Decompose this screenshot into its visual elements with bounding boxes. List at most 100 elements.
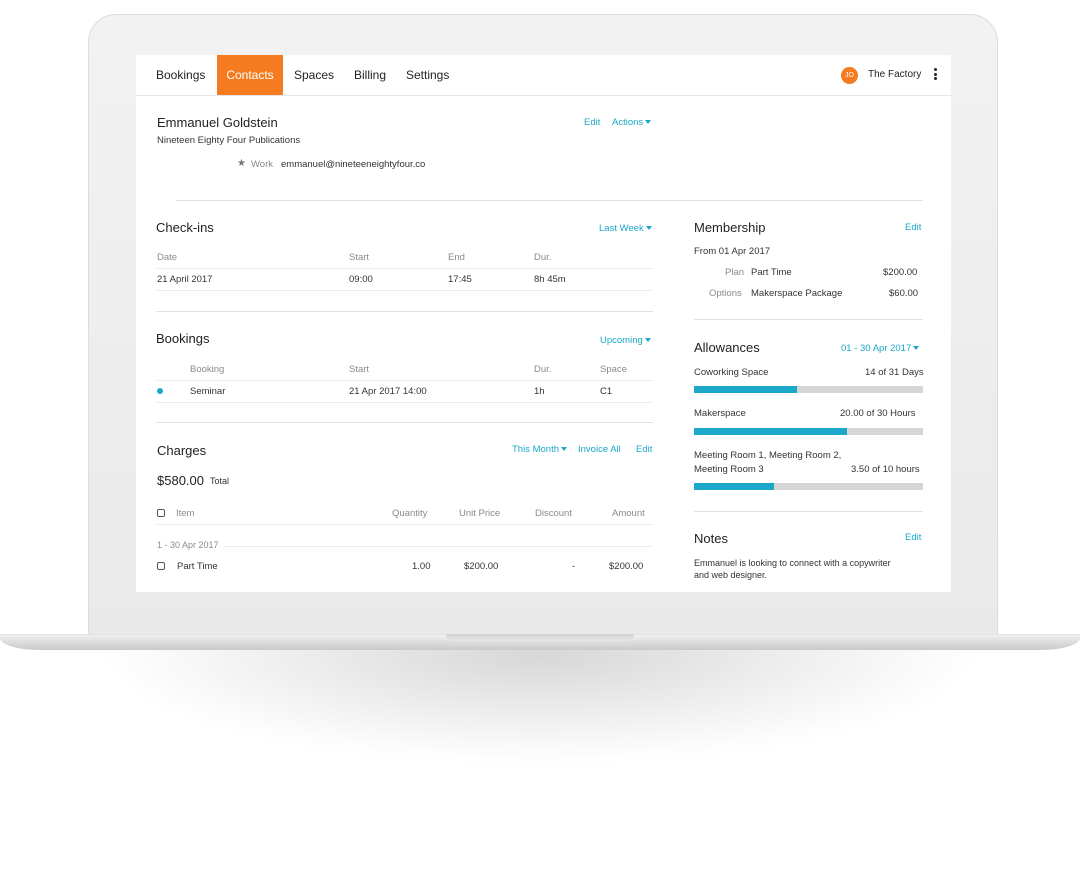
bookings-filter-dropdown[interactable]: Upcoming: [600, 335, 651, 346]
tab-bookings[interactable]: Bookings: [156, 55, 205, 95]
allowance-name: Coworking Space: [694, 367, 769, 378]
allowance-name: Makerspace: [694, 408, 746, 419]
bookings-col-booking: Booking: [190, 364, 225, 375]
chevron-down-icon: [561, 447, 567, 452]
allowances-title: Allowances: [694, 340, 760, 355]
charges-group-label: 1 - 30 Apr 2017: [157, 540, 219, 550]
charges-total-label: Total: [210, 476, 230, 486]
checkins-row-divider: [156, 290, 653, 291]
star-icon: ★: [237, 158, 246, 169]
chevron-down-icon: [644, 338, 651, 343]
membership-options-name: Makerspace Package: [751, 288, 843, 299]
charges-group-divider: [224, 546, 653, 547]
charges-title: Charges: [157, 443, 207, 458]
chevron-down-icon: [913, 346, 920, 351]
charges-filter-label: This Month: [512, 444, 559, 455]
charge-item: Part Time: [177, 561, 218, 572]
checkin-dur: 8h 45m: [534, 274, 566, 285]
tab-settings[interactable]: Settings: [406, 55, 449, 95]
checkins-col-start: Start: [349, 252, 370, 263]
membership-plan-price: $200.00: [883, 267, 918, 278]
membership-plan-name: Part Time: [751, 267, 792, 278]
charges-col-quantity: Quantity: [392, 508, 428, 519]
avatar[interactable]: JO: [841, 67, 858, 84]
allowance-progress-fill: [694, 428, 847, 435]
charges-edit-button[interactable]: Edit: [636, 444, 652, 455]
checkins-col-date: Date: [157, 252, 178, 263]
allowance-progress-fill: [694, 386, 798, 393]
select-all-checkbox[interactable]: [157, 509, 165, 517]
checkins-section-divider: [156, 311, 653, 312]
notes-text-line1: Emmanuel is looking to connect with a co…: [694, 558, 891, 568]
header-divider: [176, 200, 923, 201]
actions-dropdown[interactable]: Actions: [612, 117, 652, 128]
allowances-divider: [694, 511, 923, 512]
charges-col-discount: Discount: [535, 508, 572, 519]
charges-header-divider: [156, 524, 653, 525]
membership-options-price: $60.00: [889, 288, 919, 299]
contact-company: Nineteen Eighty Four Publications: [157, 135, 301, 146]
charges-col-item: Item: [176, 508, 195, 519]
membership-from: From 01 Apr 2017: [694, 246, 771, 257]
booking-start: 21 Apr 2017 14:00: [349, 386, 427, 397]
status-dot-icon: [157, 388, 163, 394]
bookings-section-divider: [156, 422, 653, 423]
bookings-header-divider: [156, 380, 653, 381]
membership-edit-button[interactable]: Edit: [905, 222, 921, 233]
charge-amount: $200.00: [609, 561, 644, 572]
checkin-date: 21 April 2017: [157, 274, 213, 285]
booking-name[interactable]: Seminar: [190, 386, 225, 397]
charge-quantity: 1.00: [412, 561, 431, 572]
contact-name: Emmanuel Goldstein: [157, 115, 278, 130]
charge-unit-price: $200.00: [464, 561, 499, 572]
bookings-col-start: Start: [349, 364, 370, 375]
top-nav: Bookings Contacts Spaces Billing Setting…: [136, 55, 951, 96]
bookings-row-divider: [156, 402, 653, 403]
laptop-shadow: [110, 640, 970, 760]
charges-total-amount: $580.00: [157, 473, 204, 488]
tab-spaces[interactable]: Spaces: [294, 55, 334, 95]
org-switcher[interactable]: The Factory: [868, 69, 921, 80]
bookings-title: Bookings: [156, 331, 210, 346]
allowance-progress-fill: [694, 483, 775, 490]
allowance-name-line1: Meeting Room 1, Meeting Room 2,: [694, 450, 842, 461]
chevron-down-icon: [645, 120, 652, 125]
checkins-col-end: End: [448, 252, 465, 263]
tab-billing[interactable]: Billing: [354, 55, 386, 95]
allowances-period-label: 01 - 30 Apr 2017: [841, 343, 912, 354]
checkins-filter-dropdown[interactable]: Last Week: [599, 223, 652, 234]
allowance-usage: 14 of 31 Days: [865, 367, 924, 378]
allowance-name-line2: Meeting Room 3: [694, 464, 764, 475]
contact-email[interactable]: emmanuel@nineteeneightyfour.co: [281, 159, 425, 170]
email-type-label: Work: [251, 159, 273, 170]
checkin-end: 17:45: [448, 274, 472, 285]
charge-row-checkbox[interactable]: [157, 562, 165, 570]
contact-edit-button[interactable]: Edit: [584, 117, 600, 128]
bookings-filter-label: Upcoming: [600, 335, 643, 346]
checkins-filter-label: Last Week: [599, 223, 644, 234]
checkins-header-divider: [156, 268, 653, 269]
charge-discount: -: [572, 561, 576, 572]
allowance-progress-bar: [694, 428, 923, 435]
invoice-all-button[interactable]: Invoice All: [578, 444, 621, 455]
allowance-usage: 3.50 of 10 hours: [851, 464, 920, 475]
more-menu-icon[interactable]: [932, 68, 938, 82]
notes-edit-button[interactable]: Edit: [905, 532, 921, 543]
charges-col-amount: Amount: [612, 508, 645, 519]
membership-options-label: Options: [709, 288, 742, 299]
allowances-period-dropdown[interactable]: 01 - 30 Apr 2017: [841, 343, 920, 354]
allowance-usage: 20.00 of 30 Hours: [840, 408, 916, 419]
checkins-col-dur: Dur.: [534, 252, 552, 263]
membership-plan-label: Plan: [725, 267, 745, 278]
charges-col-unit-price: Unit Price: [459, 508, 501, 519]
booking-dur: 1h: [534, 386, 545, 397]
checkins-title: Check-ins: [156, 220, 214, 235]
allowance-progress-bar: [694, 386, 923, 393]
laptop-notch: [446, 634, 634, 641]
charges-filter-dropdown[interactable]: This Month: [512, 444, 567, 455]
booking-space: C1: [600, 386, 613, 397]
tab-contacts[interactable]: Contacts: [217, 55, 283, 95]
checkin-start: 09:00: [349, 274, 373, 285]
chevron-down-icon: [645, 226, 652, 231]
actions-label: Actions: [612, 117, 644, 128]
